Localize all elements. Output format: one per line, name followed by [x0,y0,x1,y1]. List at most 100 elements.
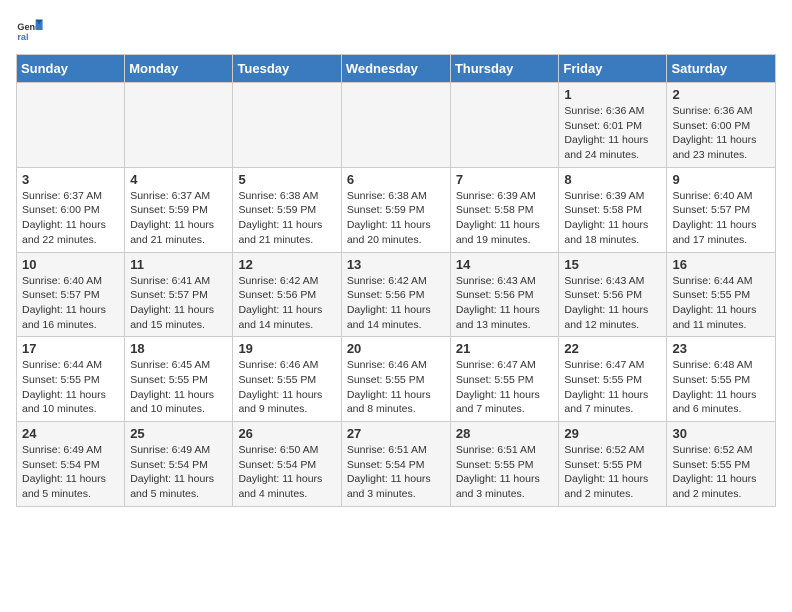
day-number: 2 [672,87,770,102]
calendar-cell: 29 Sunrise: 6:52 AM Sunset: 5:55 PM Dayli… [559,422,667,507]
day-info: Sunrise: 6:52 AM Sunset: 5:55 PM Dayligh… [672,443,770,502]
calendar-header-row: SundayMondayTuesdayWednesdayThursdayFrid… [17,55,776,83]
calendar-cell: 13 Sunrise: 6:42 AM Sunset: 5:56 PM Dayli… [341,252,450,337]
calendar-week-row: 1 Sunrise: 6:36 AM Sunset: 6:01 PM Daylig… [17,83,776,168]
day-number: 23 [672,341,770,356]
day-info: Sunrise: 6:37 AM Sunset: 5:59 PM Dayligh… [130,189,227,248]
day-number: 18 [130,341,227,356]
calendar-cell: 11 Sunrise: 6:41 AM Sunset: 5:57 PM Dayli… [125,252,233,337]
day-number: 8 [564,172,661,187]
day-info: Sunrise: 6:48 AM Sunset: 5:55 PM Dayligh… [672,358,770,417]
page-header: Gene ral [16,16,776,44]
calendar-cell: 3Sunrise: 6:37 AM Sunset: 6:00 PM Daylig… [17,167,125,252]
day-number: 1 [564,87,661,102]
day-number: 30 [672,426,770,441]
day-info: Sunrise: 6:51 AM Sunset: 5:55 PM Dayligh… [456,443,554,502]
calendar-cell: 4 Sunrise: 6:37 AM Sunset: 5:59 PM Daylig… [125,167,233,252]
weekday-header: Monday [125,55,233,83]
calendar-cell: 15Sunrise: 6:43 AM Sunset: 5:56 PM Dayli… [559,252,667,337]
day-info: Sunrise: 6:40 AM Sunset: 5:57 PM Dayligh… [22,274,119,333]
day-number: 13 [347,257,445,272]
day-number: 11 [130,257,227,272]
calendar-cell: 1 Sunrise: 6:36 AM Sunset: 6:01 PM Daylig… [559,83,667,168]
day-info: Sunrise: 6:51 AM Sunset: 5:54 PM Dayligh… [347,443,445,502]
calendar-cell: 9 Sunrise: 6:40 AM Sunset: 5:57 PM Daylig… [667,167,776,252]
day-number: 6 [347,172,445,187]
day-info: Sunrise: 6:44 AM Sunset: 5:55 PM Dayligh… [22,358,119,417]
calendar-cell: 23 Sunrise: 6:48 AM Sunset: 5:55 PM Dayli… [667,337,776,422]
day-info: Sunrise: 6:49 AM Sunset: 5:54 PM Dayligh… [22,443,119,502]
day-info: Sunrise: 6:43 AM Sunset: 5:56 PM Dayligh… [564,274,661,333]
calendar-cell: 6 Sunrise: 6:38 AM Sunset: 5:59 PM Daylig… [341,167,450,252]
calendar-cell: 25 Sunrise: 6:49 AM Sunset: 5:54 PM Dayli… [125,422,233,507]
svg-text:ral: ral [17,32,28,42]
weekday-header: Saturday [667,55,776,83]
weekday-header: Tuesday [233,55,341,83]
day-info: Sunrise: 6:49 AM Sunset: 5:54 PM Dayligh… [130,443,227,502]
calendar-cell: 5 Sunrise: 6:38 AM Sunset: 5:59 PM Daylig… [233,167,341,252]
calendar-cell: 20 Sunrise: 6:46 AM Sunset: 5:55 PM Dayli… [341,337,450,422]
day-number: 25 [130,426,227,441]
day-number: 10 [22,257,119,272]
day-number: 7 [456,172,554,187]
day-info: Sunrise: 6:46 AM Sunset: 5:55 PM Dayligh… [238,358,335,417]
calendar-cell [17,83,125,168]
day-number: 14 [456,257,554,272]
day-info: Sunrise: 6:41 AM Sunset: 5:57 PM Dayligh… [130,274,227,333]
day-number: 29 [564,426,661,441]
weekday-header: Thursday [450,55,559,83]
calendar-cell [233,83,341,168]
calendar-week-row: 3Sunrise: 6:37 AM Sunset: 6:00 PM Daylig… [17,167,776,252]
day-number: 9 [672,172,770,187]
calendar-cell: 28 Sunrise: 6:51 AM Sunset: 5:55 PM Dayli… [450,422,559,507]
weekday-header: Wednesday [341,55,450,83]
calendar-cell: 27 Sunrise: 6:51 AM Sunset: 5:54 PM Dayli… [341,422,450,507]
day-number: 27 [347,426,445,441]
calendar-cell: 17 Sunrise: 6:44 AM Sunset: 5:55 PM Dayli… [17,337,125,422]
day-info: Sunrise: 6:43 AM Sunset: 5:56 PM Dayligh… [456,274,554,333]
calendar-cell: 12 Sunrise: 6:42 AM Sunset: 5:56 PM Dayli… [233,252,341,337]
calendar-cell: 26 Sunrise: 6:50 AM Sunset: 5:54 PM Dayli… [233,422,341,507]
day-number: 20 [347,341,445,356]
day-info: Sunrise: 6:39 AM Sunset: 5:58 PM Dayligh… [456,189,554,248]
day-info: Sunrise: 6:45 AM Sunset: 5:55 PM Dayligh… [130,358,227,417]
calendar-cell: 19Sunrise: 6:46 AM Sunset: 5:55 PM Dayli… [233,337,341,422]
calendar-cell: 7 Sunrise: 6:39 AM Sunset: 5:58 PM Daylig… [450,167,559,252]
day-info: Sunrise: 6:52 AM Sunset: 5:55 PM Dayligh… [564,443,661,502]
day-info: Sunrise: 6:47 AM Sunset: 5:55 PM Dayligh… [564,358,661,417]
calendar-cell: 22 Sunrise: 6:47 AM Sunset: 5:55 PM Dayli… [559,337,667,422]
day-number: 12 [238,257,335,272]
calendar-cell: 16Sunrise: 6:44 AM Sunset: 5:55 PM Dayli… [667,252,776,337]
calendar-cell [125,83,233,168]
day-info: Sunrise: 6:42 AM Sunset: 5:56 PM Dayligh… [347,274,445,333]
day-number: 22 [564,341,661,356]
calendar-week-row: 10 Sunrise: 6:40 AM Sunset: 5:57 PM Dayli… [17,252,776,337]
day-info: Sunrise: 6:37 AM Sunset: 6:00 PM Dayligh… [22,189,119,248]
calendar-cell: 24 Sunrise: 6:49 AM Sunset: 5:54 PM Dayli… [17,422,125,507]
day-number: 17 [22,341,119,356]
calendar-table: SundayMondayTuesdayWednesdayThursdayFrid… [16,54,776,507]
calendar-cell: 30 Sunrise: 6:52 AM Sunset: 5:55 PM Dayli… [667,422,776,507]
day-info: Sunrise: 6:39 AM Sunset: 5:58 PM Dayligh… [564,189,661,248]
calendar-cell [450,83,559,168]
day-info: Sunrise: 6:44 AM Sunset: 5:55 PM Dayligh… [672,274,770,333]
day-number: 4 [130,172,227,187]
calendar-cell: 21Sunrise: 6:47 AM Sunset: 5:55 PM Dayli… [450,337,559,422]
day-number: 24 [22,426,119,441]
day-info: Sunrise: 6:47 AM Sunset: 5:55 PM Dayligh… [456,358,554,417]
calendar-cell: 8 Sunrise: 6:39 AM Sunset: 5:58 PM Daylig… [559,167,667,252]
day-info: Sunrise: 6:36 AM Sunset: 6:01 PM Dayligh… [564,104,661,163]
day-info: Sunrise: 6:38 AM Sunset: 5:59 PM Dayligh… [347,189,445,248]
day-info: Sunrise: 6:50 AM Sunset: 5:54 PM Dayligh… [238,443,335,502]
day-info: Sunrise: 6:46 AM Sunset: 5:55 PM Dayligh… [347,358,445,417]
day-number: 28 [456,426,554,441]
day-number: 5 [238,172,335,187]
day-info: Sunrise: 6:38 AM Sunset: 5:59 PM Dayligh… [238,189,335,248]
calendar-cell: 14 Sunrise: 6:43 AM Sunset: 5:56 PM Dayli… [450,252,559,337]
day-info: Sunrise: 6:42 AM Sunset: 5:56 PM Dayligh… [238,274,335,333]
day-info: Sunrise: 6:36 AM Sunset: 6:00 PM Dayligh… [672,104,770,163]
day-info: Sunrise: 6:40 AM Sunset: 5:57 PM Dayligh… [672,189,770,248]
logo-icon: Gene ral [16,16,44,44]
day-number: 26 [238,426,335,441]
calendar-cell [341,83,450,168]
